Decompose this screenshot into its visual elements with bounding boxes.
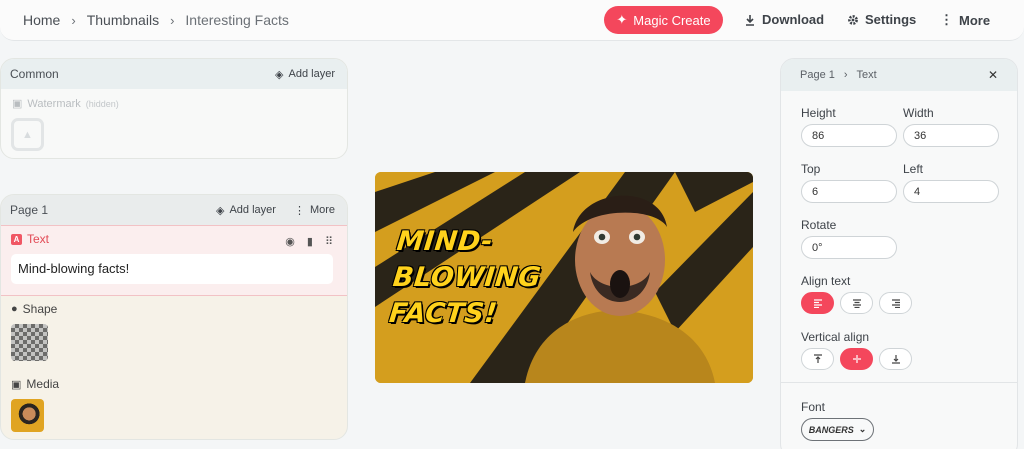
align-center-button[interactable] [840,292,873,314]
drag-handle-icon[interactable]: ⠿ [325,235,333,248]
add-layer-label: Add layer [229,204,276,216]
more-button[interactable]: ⋮ More [940,12,990,28]
shape-thumbnail[interactable] [11,324,48,361]
thumbnail-headline: MIND- BLOWING FACTS! [387,224,546,332]
vertical-align-group [801,348,912,370]
align-text-label: Align text [801,274,851,288]
valign-top-icon [813,354,822,363]
properties-crumb-item: Text [856,69,877,81]
rotate-input[interactable]: 0° [801,236,897,259]
page-panel-header: Page 1 ◈ Add layer ⋮ More [1,195,347,225]
font-select-value: BANGERS [808,424,854,435]
chevron-down-icon: ⌄ [858,424,867,434]
media-layer[interactable]: ▣ Media [1,371,347,439]
shape-icon: ● [11,303,18,315]
properties-panel: Page 1 › Text ✕ Height 86 Width 36 Top 6… [780,58,1018,449]
settings-label: Settings [865,12,917,27]
align-center-icon [852,298,861,308]
common-panel: Common ◈ Add layer ▣ Watermark (hidden) … [0,58,348,159]
eye-icon[interactable]: ◉ [285,235,295,248]
headline-line-1: MIND- [395,226,495,257]
align-left-icon [813,298,822,308]
left-label: Left [903,162,924,176]
page-panel: Page 1 ◈ Add layer ⋮ More A Text ◉ ▮ ⠿ M… [0,194,348,440]
font-label: Font [801,400,826,414]
text-layer-icon: A [11,233,22,245]
align-right-icon [891,298,900,308]
watermark-label: Watermark [27,97,81,110]
page-more-button[interactable]: ⋮ More [294,204,335,217]
more-label: More [959,12,991,28]
align-right-button[interactable] [879,292,912,314]
breadcrumb-thumbnails[interactable]: Thumbnails [87,12,159,28]
top-bar: Home › Thumbnails › Interesting Facts ✦ … [0,0,1024,41]
kebab-icon: ⋮ [940,12,953,27]
left-input[interactable]: 4 [903,180,999,203]
common-panel-header: Common ◈ Add layer [1,59,347,89]
layers-icon: ◈ [215,204,225,217]
text-layer-input[interactable]: Mind-blowing facts! [11,254,333,284]
rotate-label: Rotate [801,218,837,232]
image-icon: ▣ [12,98,23,110]
image-placeholder-icon: ▲ [22,128,33,141]
magic-create-button[interactable]: ✦ Magic Create [604,6,723,34]
breadcrumb: Home › Thumbnails › Interesting Facts [23,12,289,28]
height-label: Height [801,106,836,120]
top-label: Top [801,162,821,176]
chevron-right-icon: › [170,12,175,28]
add-layer-label: Add layer [288,68,335,80]
top-input[interactable]: 6 [801,180,897,203]
valign-middle-button[interactable] [840,348,873,370]
vertical-align-label: Vertical align [801,330,870,344]
properties-divider [781,382,1017,383]
text-layer-label: Text [27,232,50,246]
width-label: Width [903,106,934,120]
close-icon[interactable]: ✕ [988,68,998,82]
breadcrumb-current: Interesting Facts [185,12,289,28]
watermark-thumbnail[interactable]: ▲ [11,118,44,151]
headline-line-3: FACTS! [387,298,499,329]
common-panel-title: Common [10,67,59,81]
layers-icon: ◈ [275,68,284,81]
watermark-status: (hidden) [85,98,119,109]
valign-top-button[interactable] [801,348,834,370]
properties-crumb-page[interactable]: Page 1 [800,69,835,81]
media-layer-label: Media [26,377,60,391]
shape-layer[interactable]: ● Shape [1,296,347,371]
headline-line-2: BLOWING [391,262,543,293]
delete-icon[interactable]: ▮ [307,235,313,248]
align-text-group [801,292,912,314]
gear-icon [848,14,858,25]
magic-create-label: Magic Create [633,12,711,28]
page-panel-title: Page 1 [10,203,49,217]
download-icon [746,14,754,26]
height-input[interactable]: 86 [801,124,897,147]
chevron-right-icon: › [843,69,848,81]
watermark-layer[interactable]: ▣ Watermark (hidden) [1,89,347,118]
sparkle-icon: ✦ [616,12,628,27]
width-input[interactable]: 36 [903,124,999,147]
shape-layer-label: Shape [22,302,58,316]
font-select[interactable]: BANGERS ⌄ [801,418,874,441]
page-more-label: More [309,204,335,216]
add-layer-button[interactable]: ◈ Add layer [216,204,276,217]
valign-bottom-icon [891,355,900,364]
valign-middle-icon [852,355,861,363]
chevron-right-icon: › [71,12,76,28]
thumbnail-canvas[interactable]: MIND- BLOWING FACTS! [375,172,753,383]
text-layer[interactable]: A Text ◉ ▮ ⠿ Mind-blowing facts! [1,225,347,296]
image-icon: ▣ [11,378,22,391]
settings-button[interactable]: Settings [847,12,916,27]
properties-header: Page 1 › Text ✕ [781,59,1017,91]
align-left-button[interactable] [801,292,834,314]
kebab-icon: ⋮ [293,204,305,217]
valign-bottom-button[interactable] [879,348,912,370]
media-thumbnail[interactable] [11,399,44,432]
breadcrumb-home[interactable]: Home [23,12,60,28]
download-button[interactable]: Download [744,12,824,27]
add-layer-button[interactable]: ◈ Add layer [275,68,335,81]
download-label: Download [762,12,825,27]
